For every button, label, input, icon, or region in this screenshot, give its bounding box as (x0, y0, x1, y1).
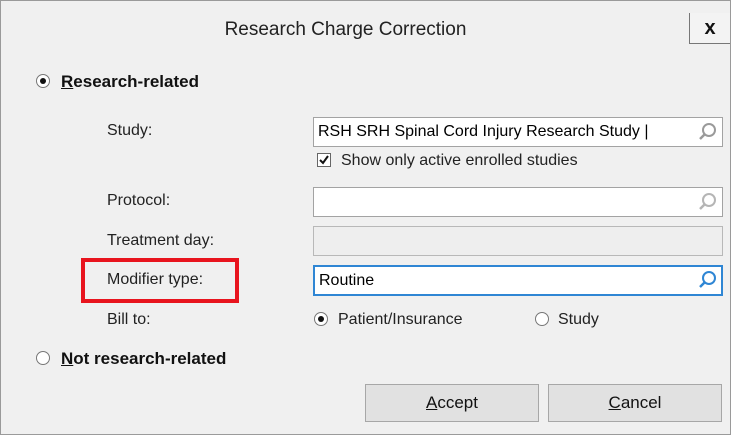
bill-to-label: Bill to: (107, 311, 151, 328)
protocol-label: Protocol: (107, 192, 171, 209)
close-button[interactable]: x (689, 13, 730, 44)
show-active-label[interactable]: Show only active enrolled studies (341, 152, 578, 170)
close-icon: x (704, 16, 716, 39)
research-charge-correction-dialog: Research Charge Correction x Research-re… (0, 0, 731, 435)
title-bar: Research Charge Correction x (1, 1, 730, 59)
bill-to-study-label[interactable]: Study (558, 311, 599, 329)
research-related-radio[interactable] (36, 74, 50, 88)
treatment-day-field (313, 226, 723, 256)
modifier-type-label: Modifier type: (107, 271, 204, 288)
not-research-related-label[interactable]: Not research-related (61, 349, 226, 369)
cancel-button[interactable]: Cancel (548, 384, 722, 422)
modifier-type-search-icon[interactable] (696, 268, 720, 292)
bill-to-patient-insurance-label[interactable]: Patient/Insurance (338, 311, 463, 329)
bill-to-patient-insurance-radio[interactable] (314, 312, 328, 326)
modifier-type-value: Routine (319, 272, 375, 289)
radio-selected-dot (318, 316, 324, 322)
modifier-type-field[interactable]: Routine (313, 265, 723, 296)
study-search-icon[interactable] (696, 120, 720, 144)
accept-button[interactable]: Accept (365, 384, 539, 422)
bill-to-study-radio[interactable] (535, 312, 549, 326)
research-related-label[interactable]: Research-related (61, 72, 199, 92)
protocol-search-icon[interactable] (696, 190, 720, 214)
radio-selected-dot (40, 78, 46, 84)
protocol-field[interactable] (313, 187, 723, 217)
dialog-title: Research Charge Correction (224, 19, 467, 40)
checkmark-icon (319, 155, 329, 165)
show-active-checkbox[interactable] (317, 153, 331, 167)
study-value: RSH SRH Spinal Cord Injury Research Stud… (318, 123, 649, 140)
treatment-day-label: Treatment day: (107, 232, 215, 249)
not-research-related-radio[interactable] (36, 351, 50, 365)
study-field[interactable]: RSH SRH Spinal Cord Injury Research Stud… (313, 117, 723, 147)
study-label: Study: (107, 122, 153, 139)
